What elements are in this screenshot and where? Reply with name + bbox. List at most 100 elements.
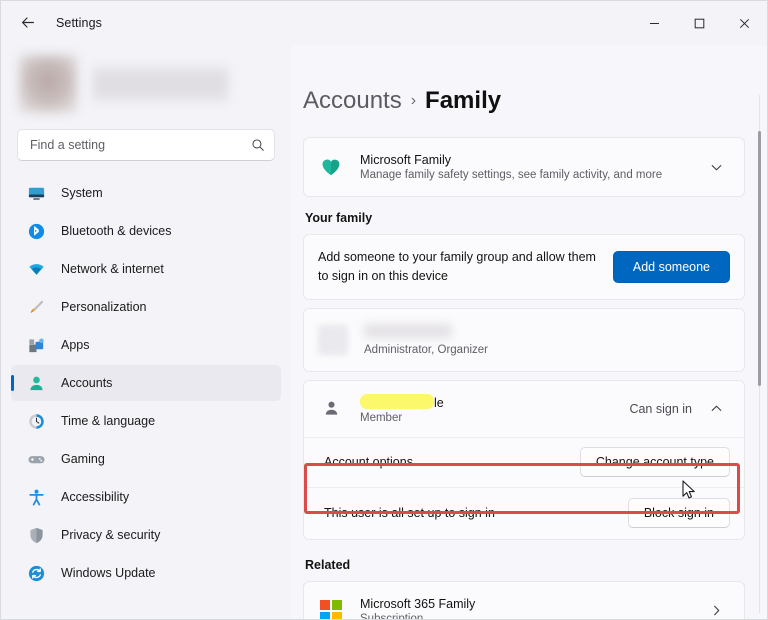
sidebar-item-label: Time & language: [61, 414, 156, 428]
sidebar-item-bluetooth-devices[interactable]: Bluetooth & devices: [11, 213, 281, 249]
chevron-down-icon[interactable]: [702, 153, 730, 181]
add-someone-row: Add someone to your family group and all…: [304, 235, 744, 299]
your-family-heading: Your family: [305, 211, 373, 225]
account-options-label: Account options: [324, 455, 413, 469]
microsoft-logo-icon: [318, 598, 344, 619]
arrow-left-icon: [22, 17, 34, 28]
chevron-up-icon[interactable]: [702, 395, 730, 423]
sidebar-item-label: Accessibility: [61, 490, 130, 504]
window-body: System Bluetooth & devices: [1, 45, 767, 619]
sidebar-nav: System Bluetooth & devices Network & int…: [11, 175, 281, 619]
microsoft-family-row[interactable]: Microsoft Family Manage family safety se…: [304, 138, 744, 196]
content-area: Accounts › Family Microsoft Family Manag…: [291, 45, 767, 619]
sidebar: System Bluetooth & devices: [1, 45, 291, 619]
user-name-redacted: [93, 67, 228, 101]
clock-icon: [25, 410, 47, 432]
back-button[interactable]: [11, 8, 45, 38]
member-texts: le Member: [360, 393, 629, 424]
bluetooth-icon: [25, 220, 47, 242]
sidebar-item-network-internet[interactable]: Network & internet: [11, 251, 281, 287]
member-name-tail: le: [434, 395, 444, 410]
sidebar-item-label: Network & internet: [61, 262, 164, 276]
microsoft-365-title: Microsoft 365 Family: [360, 596, 476, 611]
search-input[interactable]: [30, 138, 251, 152]
sidebar-item-label: Personalization: [61, 300, 147, 314]
microsoft-365-family-card[interactable]: Microsoft 365 Family Subscription: [303, 580, 745, 620]
shield-icon: [25, 524, 47, 546]
person-icon: [25, 372, 47, 394]
minimize-button[interactable]: [632, 1, 677, 45]
organizer-texts: Administrator, Organizer: [364, 323, 730, 356]
member-name: le: [360, 393, 629, 410]
sign-in-state-row: This user is all set up to sign in Block…: [304, 486, 744, 539]
add-someone-card: Add someone to your family group and all…: [303, 234, 745, 300]
search-icon[interactable]: [251, 138, 265, 152]
change-account-type-button[interactable]: Change account type: [579, 447, 730, 477]
member-header-row[interactable]: le Member Can sign in: [304, 381, 744, 437]
apps-icon: [25, 334, 47, 356]
search-box[interactable]: [17, 129, 275, 161]
member-status: Can sign in: [629, 401, 692, 416]
breadcrumb-separator: ›: [410, 92, 417, 109]
maximize-icon: [694, 18, 705, 28]
sidebar-item-gaming[interactable]: Gaming: [11, 441, 281, 477]
organizer-card[interactable]: Administrator, Organizer: [303, 307, 745, 372]
breadcrumb-parent[interactable]: Accounts: [303, 87, 402, 115]
sidebar-item-label: Gaming: [61, 452, 105, 466]
add-someone-button[interactable]: Add someone: [612, 250, 730, 283]
wifi-icon: [25, 258, 47, 280]
content-scroll: Accounts › Family Microsoft Family Manag…: [303, 45, 767, 619]
minimize-icon: [650, 22, 659, 24]
close-icon: [739, 18, 750, 28]
sidebar-item-personalization[interactable]: Personalization: [11, 289, 281, 325]
organizer-role: Administrator, Organizer: [364, 343, 488, 356]
sidebar-item-label: Accounts: [61, 376, 113, 390]
sidebar-item-apps[interactable]: Apps: [11, 327, 281, 363]
microsoft-family-subtitle: Manage family safety settings, see famil…: [360, 169, 663, 181]
sidebar-item-label: Apps: [61, 338, 90, 352]
avatar: [19, 55, 77, 113]
user-account-block[interactable]: [11, 45, 281, 117]
maximize-button[interactable]: [677, 1, 722, 45]
microsoft-family-texts: Microsoft Family Manage family safety se…: [360, 153, 702, 181]
avatar: [318, 324, 348, 355]
accessibility-icon: [25, 486, 47, 508]
paintbrush-icon: [25, 296, 47, 318]
title-bar: Settings: [1, 1, 767, 45]
microsoft-365-family-row[interactable]: Microsoft 365 Family Subscription: [304, 582, 744, 620]
window-title: Settings: [56, 16, 102, 30]
add-someone-text: Add someone to your family group and all…: [318, 250, 596, 283]
microsoft-family-title: Microsoft Family: [360, 153, 451, 167]
organizer-row[interactable]: Administrator, Organizer: [304, 309, 744, 371]
chevron-right-icon[interactable]: [702, 597, 730, 620]
breadcrumb: Accounts › Family: [303, 87, 745, 115]
member-name-redaction: [360, 393, 434, 409]
window-controls: [632, 1, 767, 45]
system-icon: [25, 182, 47, 204]
close-button[interactable]: [722, 1, 767, 45]
sidebar-item-windows-update[interactable]: Windows Update: [11, 555, 281, 591]
sidebar-item-label: Privacy & security: [61, 528, 161, 542]
gamepad-icon: [25, 448, 47, 470]
settings-window: Settings Find a setting System Bluetooth…: [0, 0, 768, 620]
microsoft-365-subtitle: Subscription: [360, 612, 424, 620]
sidebar-item-accessibility[interactable]: Accessibility: [11, 479, 281, 515]
microsoft-family-card[interactable]: Microsoft Family Manage family safety se…: [303, 137, 745, 197]
organizer-name-redacted: [364, 323, 452, 338]
sign-in-state-label: This user is all set up to sign in: [324, 506, 495, 520]
scrollbar-thumb[interactable]: [758, 131, 761, 386]
sidebar-item-label: System: [61, 186, 103, 200]
sidebar-item-accounts[interactable]: Accounts: [11, 365, 281, 401]
block-sign-in-button[interactable]: Block sign in: [627, 498, 730, 528]
sidebar-item-time-language[interactable]: Time & language: [11, 403, 281, 439]
sidebar-item-privacy-security[interactable]: Privacy & security: [11, 517, 281, 553]
related-heading: Related: [305, 557, 351, 572]
account-options-row: Account options Change account type: [304, 436, 744, 487]
heart-icon: [318, 154, 344, 180]
person-icon: [318, 396, 344, 422]
microsoft-365-texts: Microsoft 365 Family Subscription: [360, 597, 702, 620]
page-title: Family: [425, 87, 502, 114]
member-role: Member: [360, 411, 403, 424]
sidebar-item-system[interactable]: System: [11, 175, 281, 211]
sidebar-item-label: Bluetooth & devices: [61, 224, 172, 238]
